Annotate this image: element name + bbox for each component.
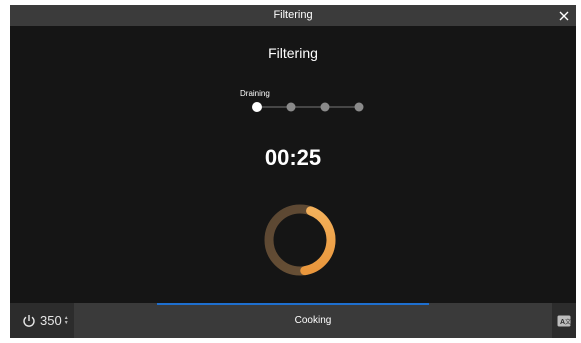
- step-dot: [286, 102, 296, 112]
- title-bar: Filtering: [10, 5, 576, 26]
- status-text: Cooking: [294, 315, 332, 326]
- language-icon: A 文: [557, 315, 571, 326]
- ring-progress-arc: [300, 206, 336, 276]
- temperature-value: 350: [40, 313, 62, 328]
- device-screen: Filtering Filtering Draining 00:25 350 ▲…: [10, 5, 576, 338]
- step-dot: [354, 102, 364, 112]
- power-icon: [23, 314, 35, 327]
- svg-text:文: 文: [565, 318, 571, 326]
- close-icon: [559, 11, 568, 20]
- steps-track: [252, 102, 364, 112]
- power-temperature-control[interactable]: 350 ▲ ▼: [10, 303, 74, 338]
- window-title: Filtering: [273, 9, 313, 21]
- step-dot-active: [252, 102, 262, 112]
- countdown-timer: 00:25: [264, 145, 322, 170]
- bottom-bar: 350 ▲ ▼ Cooking A 文: [10, 303, 576, 338]
- page-title: Filtering: [268, 45, 318, 61]
- close-button[interactable]: [555, 7, 572, 24]
- language-button[interactable]: A 文: [552, 303, 576, 338]
- progress-ring: [264, 204, 336, 276]
- temperature-stepper-icon[interactable]: ▲ ▼: [64, 315, 69, 326]
- step-dot: [320, 102, 330, 112]
- step-indicator: Draining: [240, 89, 364, 119]
